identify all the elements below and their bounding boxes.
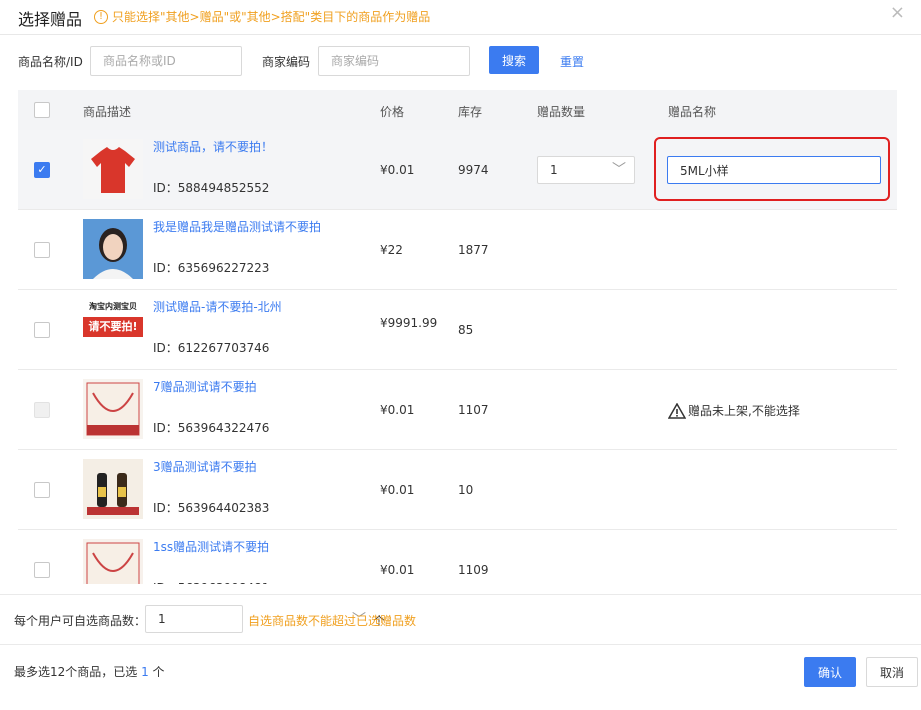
product-name-link[interactable]: 测试赠品-请不要拍-北州 (153, 299, 353, 315)
row-checkbox[interactable] (34, 242, 50, 258)
code-label: 商家编码 (262, 55, 311, 69)
row-checkbox[interactable] (34, 322, 50, 338)
header-qty: 赠品数量 (537, 105, 586, 119)
product-price: ¥9991.99 (380, 316, 438, 330)
close-icon[interactable]: × (890, 2, 905, 23)
thumb-main-text: 请不要拍! (83, 317, 143, 337)
qty-value: 1 (550, 163, 558, 177)
product-name-link[interactable]: 1ss赠品测试请不要拍 (153, 539, 353, 555)
product-stock: 1109 (458, 563, 489, 577)
product-stock: 9974 (458, 163, 489, 177)
product-thumbnail-banner: 淘宝内测宝贝 请不要拍! (83, 299, 143, 359)
product-thumbnail-box (83, 539, 143, 584)
header-desc: 商品描述 (83, 105, 132, 119)
product-price: ¥22 (380, 243, 403, 257)
search-button[interactable]: 搜索 (489, 46, 539, 74)
product-id: ID：612267703746 (153, 341, 270, 355)
header-gift-name: 赠品名称 (668, 105, 717, 119)
product-thumbnail-bottles (83, 459, 143, 519)
product-id: ID：563964322476 (153, 421, 270, 435)
row-checkbox[interactable]: ✓ (34, 162, 50, 178)
table-row[interactable]: 1ss赠品测试请不要拍 ID：563963998481 ¥0.01 1109 (18, 530, 897, 584)
product-stock: 1107 (458, 403, 489, 417)
row-checkbox[interactable] (34, 562, 50, 578)
table-row[interactable]: ✓ 测试商品，请不要拍！ ID：588494852552 ¥0.01 9974 … (18, 130, 897, 210)
per-user-warning: 自选商品数不能超过已选赠品数 (248, 614, 417, 628)
category-tip: ! 只能选择"其他>赠品"或"其他>搭配"类目下的商品作为赠品 (94, 8, 430, 25)
per-user-value: 1 (158, 612, 166, 626)
table-row[interactable]: 3赠品测试请不要拍 ID：563964402383 ¥0.01 10 (18, 450, 897, 530)
name-label: 商品名称/ID (18, 55, 83, 69)
code-search-input[interactable] (318, 46, 470, 76)
dialog-header: 选择赠品 ! 只能选择"其他>赠品"或"其他>搭配"类目下的商品作为赠品 × (0, 0, 921, 32)
tip-text: 只能选择"其他>赠品"或"其他>搭配"类目下的商品作为赠品 (112, 10, 431, 24)
warning-text: 赠品未上架,不能选择 (688, 404, 800, 418)
header-stock: 库存 (458, 105, 483, 119)
product-name-link[interactable]: 3赠品测试请不要拍 (153, 459, 353, 475)
thumb-top-text: 淘宝内测宝贝 (89, 302, 137, 311)
per-user-select[interactable]: 1 ﹀ 个 (145, 605, 385, 633)
summary-prefix: 最多选12个商品，已选 (14, 665, 142, 679)
selection-summary: 最多选12个商品，已选 1 个 (14, 663, 165, 680)
row-checkbox-disabled (34, 402, 50, 418)
product-price: ¥0.01 (380, 163, 415, 177)
table-header: 商品描述 价格 库存 赠品数量 赠品名称 (18, 90, 897, 130)
gift-table: 商品描述 价格 库存 赠品数量 赠品名称 ✓ 测试商品，请不要拍！ ID：588… (18, 90, 897, 584)
header-divider (0, 34, 921, 35)
cancel-button[interactable]: 取消 (866, 657, 918, 687)
product-thumbnail-portrait (83, 219, 143, 279)
product-price: ¥0.01 (380, 563, 415, 577)
row-checkbox[interactable] (34, 482, 50, 498)
reset-link[interactable]: 重置 (560, 53, 584, 70)
product-id: ID：635696227223 (153, 261, 270, 275)
product-price: ¥0.01 (380, 403, 415, 417)
product-stock: 10 (458, 483, 474, 497)
confirm-button[interactable]: 确认 (804, 657, 856, 687)
product-stock: 1877 (458, 243, 489, 257)
footer-divider (0, 644, 921, 645)
table-row[interactable]: 我是赠品我是赠品测试请不要拍 ID：635696227223 ¥22 1877 (18, 210, 897, 290)
product-name-link[interactable]: 7赠品测试请不要拍 (153, 379, 353, 395)
product-name-link[interactable]: 测试商品，请不要拍！ (153, 139, 353, 155)
product-thumbnail-box (83, 379, 143, 439)
warning-icon (668, 402, 686, 419)
per-user-label: 每个用户可自选商品数： (14, 614, 147, 628)
product-id: ID：588494852552 (153, 181, 270, 195)
chevron-down-icon: ﹀ (612, 162, 626, 178)
search-bar: 商品名称/ID 商家编码 搜索 重置 (0, 46, 921, 76)
product-name-link[interactable]: 我是赠品我是赠品测试请不要拍 (153, 219, 353, 235)
gift-qty-select[interactable]: 1 ﹀ (537, 156, 635, 184)
header-price: 价格 (380, 105, 405, 119)
product-id: ID：563964402383 (153, 501, 270, 515)
info-icon: ! (94, 9, 108, 24)
name-search-input[interactable] (90, 46, 242, 76)
gift-name-input[interactable] (667, 156, 881, 184)
table-row: 7赠品测试请不要拍 ID：563964322476 ¥0.01 1107 赠品未… (18, 370, 897, 450)
summary-suffix: 个 (148, 665, 165, 679)
selected-count: 1 (141, 665, 149, 679)
product-thumbnail-tshirt (83, 139, 143, 199)
table-row[interactable]: 淘宝内测宝贝 请不要拍! 测试赠品-请不要拍-北州 ID：61226770374… (18, 290, 897, 370)
product-stock: 85 (458, 323, 474, 337)
unavailable-warning: 赠品未上架,不能选择 (668, 402, 800, 419)
dialog-title: 选择赠品 (18, 10, 83, 29)
product-id: ID：563963998481 (153, 579, 269, 584)
footer-divider (0, 594, 921, 595)
select-all-checkbox[interactable] (34, 102, 50, 118)
product-price: ¥0.01 (380, 483, 415, 497)
